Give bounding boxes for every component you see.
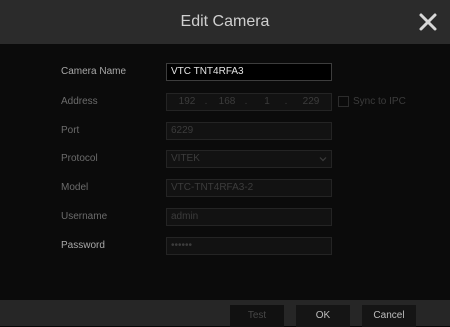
protocol-label: Protocol xyxy=(61,153,98,164)
sync-to-ipc-checkbox[interactable] xyxy=(338,96,349,107)
ok-button[interactable]: OK xyxy=(296,305,350,327)
username-row: Username admin xyxy=(0,208,450,226)
camera-name-row: Camera Name VTC TNT4RFA3 xyxy=(0,63,450,81)
address-row: Address 192 . 168 . 1 . 229 Sync to IPC xyxy=(0,93,450,111)
username-input[interactable]: admin xyxy=(166,208,332,226)
ip-octet-2[interactable]: 168 xyxy=(213,94,241,110)
ip-address-field[interactable]: 192 . 168 . 1 . 229 xyxy=(166,93,332,111)
ip-octet-1[interactable]: 192 xyxy=(173,94,201,110)
camera-name-label: Camera Name xyxy=(61,66,127,77)
ip-octet-3[interactable]: 1 xyxy=(253,94,281,110)
chevron-down-icon xyxy=(319,157,327,162)
ip-octet-4[interactable]: 229 xyxy=(297,94,325,110)
port-row: Port 6229 xyxy=(0,122,450,140)
username-label: Username xyxy=(61,211,108,222)
model-row: Model VTC-TNT4RFA3-2 xyxy=(0,179,450,197)
password-label: Password xyxy=(61,240,105,251)
sync-to-ipc-label: Sync to IPC xyxy=(353,96,406,107)
address-label: Address xyxy=(61,96,98,107)
cancel-button[interactable]: Cancel xyxy=(362,305,416,327)
port-input[interactable]: 6229 xyxy=(166,122,332,140)
close-icon[interactable] xyxy=(416,10,440,34)
protocol-select[interactable]: VITEK xyxy=(166,150,332,168)
ip-separator: . xyxy=(204,96,208,107)
test-button[interactable]: Test xyxy=(230,305,284,327)
protocol-row: Protocol VITEK xyxy=(0,150,450,168)
ip-separator: . xyxy=(244,96,248,107)
dialog-titlebar: Edit Camera xyxy=(0,0,450,44)
edit-camera-dialog: Edit Camera Camera Name VTC TNT4RFA3 Add… xyxy=(0,0,450,327)
password-input[interactable]: •••••• xyxy=(166,237,332,255)
camera-name-input[interactable]: VTC TNT4RFA3 xyxy=(166,63,332,81)
model-input[interactable]: VTC-TNT4RFA3-2 xyxy=(166,179,332,197)
ip-separator: . xyxy=(284,96,288,107)
dialog-title: Edit Camera xyxy=(180,13,270,30)
password-row: Password •••••• xyxy=(0,237,450,255)
model-label: Model xyxy=(61,182,89,193)
port-label: Port xyxy=(61,125,80,136)
protocol-value: VITEK xyxy=(171,153,200,164)
